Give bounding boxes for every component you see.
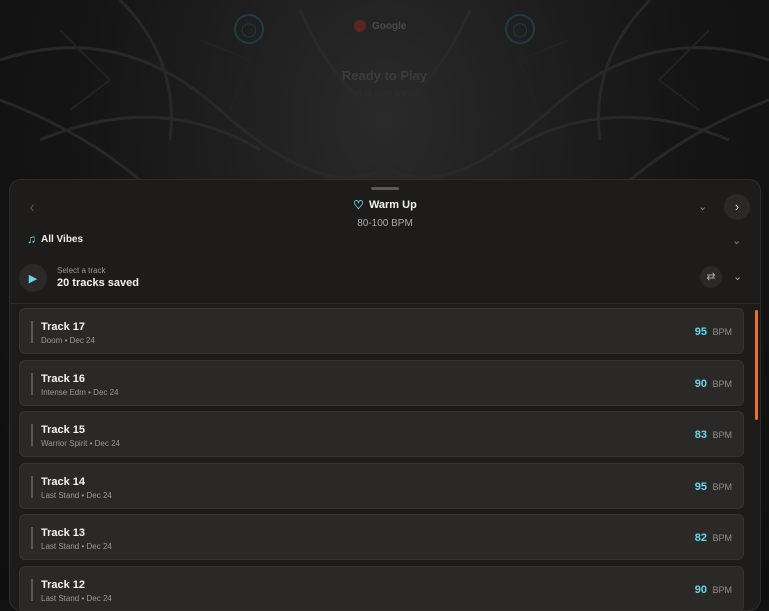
tracks-saved-count: 20 tracks saved xyxy=(57,277,139,289)
track-name: Track 17 xyxy=(41,321,86,333)
track-row[interactable]: Track 15 Warrior Spirit • Dec 24 83 BPM xyxy=(19,411,744,458)
heart-icon: ♡ xyxy=(353,198,364,212)
sheet-grabber[interactable] xyxy=(371,187,399,190)
music-note-icon: ♫ xyxy=(27,232,36,246)
track-name: Track 14 xyxy=(41,475,86,488)
track-bpm: 95 xyxy=(694,480,707,493)
track-name: Track 12 xyxy=(41,578,86,591)
next-playlist-button[interactable]: › xyxy=(724,194,750,220)
track-meta: Last Stand • Dec 24 xyxy=(41,490,112,500)
track-name: Track 15 xyxy=(41,424,86,437)
track-name: Track 16 xyxy=(41,372,86,385)
track-indicator xyxy=(31,475,33,498)
track-indicator xyxy=(31,372,33,395)
track-row[interactable]: Track 13 Last Stand • Dec 24 82 BPM xyxy=(19,514,744,561)
track-row[interactable]: Track 12 Last Stand • Dec 24 90 BPM xyxy=(19,565,744,610)
vibe-filter[interactable]: ♫ All Vibes xyxy=(27,232,83,246)
track-bpm-unit: BPM xyxy=(712,430,732,441)
play-icon: ▶ xyxy=(28,272,38,285)
track-bpm: 83 xyxy=(694,429,707,442)
chevron-down-icon[interactable]: ⌄ xyxy=(698,200,707,213)
playlist-bpm-range: 80-100 BPM xyxy=(357,218,413,229)
track-bpm: 95 xyxy=(694,326,707,338)
background-circle-right: ◯ xyxy=(505,14,535,44)
track-meta: Warrior Spirit • Dec 24 xyxy=(41,439,120,449)
track-row[interactable]: Track 16 Intense Edm • Dec 24 90 BPM xyxy=(19,359,744,406)
play-button[interactable]: ▶ xyxy=(19,264,47,292)
vibe-filter-label: All Vibes xyxy=(41,233,84,245)
track-bpm: 90 xyxy=(694,583,707,596)
brand-logo: Google xyxy=(354,20,406,32)
playlist-title: ♡ Warm Up xyxy=(353,198,417,212)
track-indicator xyxy=(31,321,33,343)
track-meta: Last Stand • Dec 24 xyxy=(41,593,112,603)
track-bpm-unit: BPM xyxy=(712,327,732,337)
ready-subtitle: Tap to start a track xyxy=(347,88,422,98)
track-row[interactable]: Track 17 Doom • Dec 24 95 BPM xyxy=(19,308,744,354)
divider xyxy=(10,303,760,304)
track-bpm-unit: BPM xyxy=(712,378,732,389)
player-expand-chevron-icon[interactable]: ⌄ xyxy=(733,270,742,283)
scrollbar[interactable] xyxy=(755,310,758,420)
background-circle-left: ◯ xyxy=(234,14,264,44)
track-meta: Doom • Dec 24 xyxy=(41,336,95,345)
track-name: Track 13 xyxy=(41,527,86,540)
playlist-sheet: ‹ ♡ Warm Up 80-100 BPM ⌄ › ♫ All Vibes ⌄… xyxy=(9,179,761,611)
ready-title: Ready to Play xyxy=(341,68,428,83)
track-indicator xyxy=(31,527,33,550)
track-row[interactable]: Track 14 Last Stand • Dec 24 95 BPM xyxy=(19,462,744,509)
track-bpm: 82 xyxy=(694,532,707,545)
track-bpm-unit: BPM xyxy=(712,481,732,492)
track-bpm-unit: BPM xyxy=(712,533,732,544)
repeat-button[interactable]: ⇄ xyxy=(700,266,722,288)
player-subtitle: Select a track xyxy=(57,266,106,275)
track-list: Track 17 Doom • Dec 24 95 BPM Track 16 I… xyxy=(19,308,744,610)
playlist-title-label: Warm Up xyxy=(368,199,417,211)
track-bpm-unit: BPM xyxy=(712,584,732,595)
brand-icon xyxy=(354,20,366,32)
playlist-header: ♡ Warm Up 80-100 BPM xyxy=(10,196,760,229)
track-meta: Intense Edm • Dec 24 xyxy=(41,387,119,397)
track-bpm: 90 xyxy=(694,377,707,390)
track-meta: Last Stand • Dec 24 xyxy=(41,542,112,552)
track-indicator xyxy=(31,578,33,601)
vibe-filter-chevron-icon[interactable]: ⌄ xyxy=(732,234,741,247)
brand-name: Google xyxy=(372,20,407,32)
track-indicator xyxy=(31,424,33,447)
